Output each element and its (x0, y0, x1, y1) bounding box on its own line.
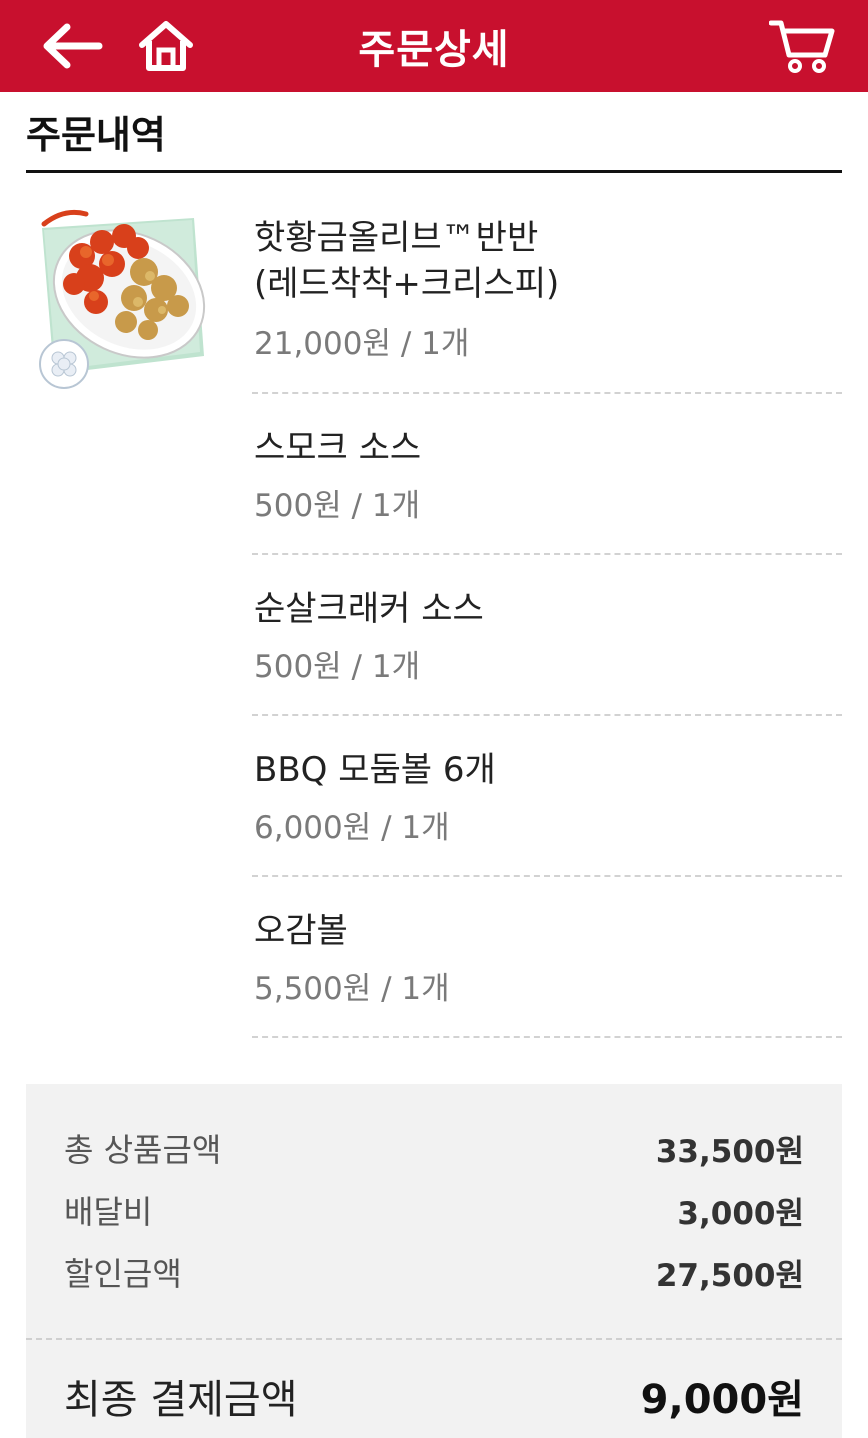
item-name: 핫황금올리브™반반 (254, 218, 539, 258)
home-icon (139, 21, 193, 71)
item-name: 순살크래커 소스 (254, 589, 484, 629)
item-price: 21,000원 / 1개 (254, 326, 470, 362)
item-price: 5,500원 / 1개 (254, 971, 450, 1007)
summary-row-total-products: 총 상품금액 33,500원 (64, 1126, 804, 1170)
summary-label: 총 상품금액 (64, 1131, 222, 1169)
page-title: 주문상세 (358, 27, 510, 73)
section-divider (26, 170, 842, 173)
arrow-left-icon (43, 23, 103, 69)
summary-value: 33,500원 (655, 1133, 804, 1170)
order-item[interactable]: 스모크 소스 500원 / 1개 (252, 394, 842, 555)
cart-icon (769, 20, 835, 73)
summary-value: 3,000원 (677, 1195, 804, 1232)
final-payment-label: 최종 결제금액 (64, 1377, 298, 1423)
order-item[interactable]: 오감볼 5,500원 / 1개 (252, 877, 842, 1038)
final-payment-value: 9,000원 (640, 1377, 804, 1423)
home-button[interactable] (130, 0, 202, 92)
chicken-product-image (39, 209, 206, 389)
payment-summary: 총 상품금액 33,500원 배달비 3,000원 할인금액 27,500원 최… (26, 1084, 842, 1438)
app-header: 주문상세 (0, 0, 868, 92)
item-name: 오감볼 (254, 911, 348, 951)
item-price: 500원 / 1개 (254, 649, 421, 685)
summary-row-discount: 할인금액 27,500원 (64, 1250, 804, 1294)
summary-label: 배달비 (64, 1193, 153, 1231)
order-item[interactable]: 핫황금올리브™반반 (레드착착+크리스피) 21,000원 / 1개 (252, 190, 842, 394)
item-name-detail: (레드착착+크리스피) (254, 264, 560, 304)
order-item[interactable]: 순살크래커 소스 500원 / 1개 (252, 555, 842, 716)
cart-button[interactable] (762, 0, 842, 92)
summary-label: 할인금액 (64, 1255, 182, 1293)
item-name: BBQ 모둠볼 6개 (254, 750, 496, 790)
item-name: 스모크 소스 (254, 428, 422, 468)
order-item[interactable]: BBQ 모둠볼 6개 6,000원 / 1개 (252, 716, 842, 877)
order-history-title: 주문내역 (26, 113, 166, 157)
item-price: 500원 / 1개 (254, 488, 421, 524)
summary-row-delivery-fee: 배달비 3,000원 (64, 1188, 804, 1232)
item-price: 6,000원 / 1개 (254, 810, 450, 846)
summary-value: 27,500원 (655, 1257, 804, 1294)
final-payment-row: 최종 결제금액 9,000원 (64, 1366, 804, 1426)
summary-divider (26, 1338, 842, 1340)
back-button[interactable] (32, 0, 112, 92)
